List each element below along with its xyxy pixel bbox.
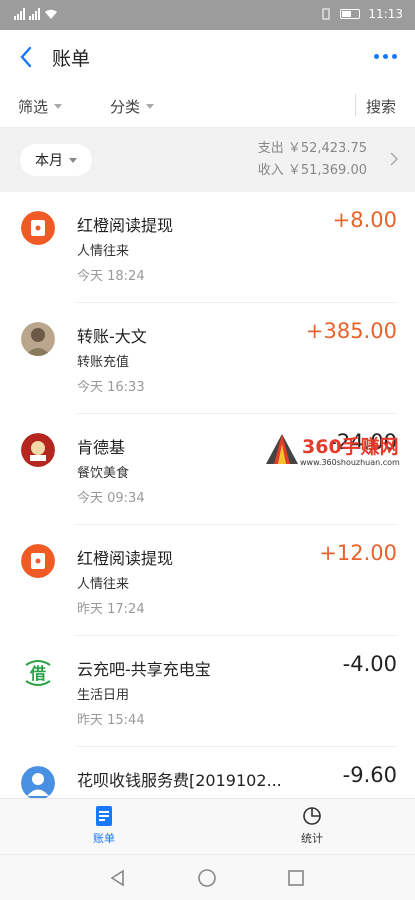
watermark-logo: 360手赚网 www.360shouzhuan.com bbox=[262, 428, 410, 474]
month-label: 本月 bbox=[35, 153, 63, 169]
transaction-time: 今天 16:33 bbox=[77, 380, 145, 395]
income-total: 收入 ￥51,369.00 bbox=[257, 163, 367, 178]
summary-totals[interactable]: 支出 ￥52,423.75 收入 ￥51,369.00 bbox=[258, 138, 367, 182]
transaction-category: 人情往来 bbox=[77, 244, 130, 259]
expense-total: 支出 ￥52,423.75 bbox=[257, 141, 367, 156]
status-time: 11:13 bbox=[368, 7, 403, 21]
transaction-category: 转账充值 bbox=[77, 355, 130, 370]
transaction-amount: +8.00 bbox=[332, 208, 397, 232]
bill-icon bbox=[96, 806, 112, 826]
dropdown-arrow-icon bbox=[146, 104, 155, 109]
filter-bar: 筛选 分类 搜索 bbox=[0, 84, 415, 128]
tab-bill[interactable]: 账单 bbox=[64, 805, 144, 846]
tab-statistics[interactable]: 统计 bbox=[272, 805, 352, 846]
search-button[interactable]: 搜索 bbox=[366, 96, 396, 117]
transaction-amount: -4.00 bbox=[342, 652, 397, 676]
transaction-name: 红橙阅读提现 bbox=[77, 216, 174, 235]
back-arrow-icon[interactable] bbox=[16, 44, 38, 70]
nav-back-icon[interactable] bbox=[108, 868, 128, 888]
transaction-list: 红橙阅读提现 人情往来 今天 18:24 +8.00 转账-大文 转账充值 今天… bbox=[0, 192, 415, 858]
filter-dropdown[interactable]: 筛选 bbox=[18, 96, 63, 117]
transaction-name: 红橙阅读提现 bbox=[77, 549, 174, 568]
battery-icon bbox=[340, 9, 361, 19]
chevron-right-icon[interactable] bbox=[389, 151, 399, 167]
category-label: 分类 bbox=[110, 98, 141, 116]
status-bar: 11:13 bbox=[0, 0, 415, 30]
transaction-name: 肯德基 bbox=[77, 438, 126, 457]
transaction-category: 生活日用 bbox=[77, 688, 130, 703]
watermark-url: www.360shouzhuan.com bbox=[300, 458, 400, 467]
signal-indicators bbox=[14, 8, 58, 20]
nav-home-icon[interactable] bbox=[197, 868, 217, 888]
transaction-name: 转账-大文 bbox=[77, 327, 147, 346]
page-title: 账单 bbox=[52, 48, 91, 70]
dropdown-arrow-icon bbox=[54, 104, 63, 109]
transaction-time: 昨天 17:24 bbox=[77, 602, 145, 617]
transaction-time: 今天 18:24 bbox=[77, 269, 145, 284]
watermark-triangle-icon bbox=[266, 434, 298, 464]
month-summary: 本月 支出 ￥52,423.75 收入 ￥51,369.00 bbox=[0, 128, 415, 192]
red-envelope-icon bbox=[21, 211, 55, 245]
signal-icon-2 bbox=[29, 8, 40, 20]
filter-label: 筛选 bbox=[18, 98, 49, 116]
transaction-category: 人情往来 bbox=[77, 577, 130, 592]
bottom-tab-bar: 账单 统计 bbox=[0, 798, 415, 854]
tab-statistics-label: 统计 bbox=[301, 832, 323, 845]
more-options-icon[interactable] bbox=[374, 54, 397, 59]
month-selector[interactable]: 本月 bbox=[20, 144, 92, 176]
person-avatar-icon bbox=[21, 766, 55, 800]
transaction-category: 餐饮美食 bbox=[77, 466, 130, 481]
system-nav-bar bbox=[0, 854, 415, 900]
wifi-icon bbox=[45, 9, 57, 19]
user-avatar-photo bbox=[21, 322, 55, 356]
tab-bill-label: 账单 bbox=[93, 832, 115, 845]
nav-recents-icon[interactable] bbox=[286, 868, 306, 888]
transaction-time: 今天 09:34 bbox=[77, 491, 145, 506]
kfc-logo-icon bbox=[21, 433, 55, 467]
borrow-icon: 借 bbox=[21, 655, 55, 689]
transaction-name: 云充吧-共享充电宝 bbox=[77, 660, 211, 679]
transaction-row[interactable]: 红橙阅读提现 人情往来 昨天 17:24 +12.00 bbox=[0, 525, 415, 636]
divider bbox=[355, 94, 356, 116]
category-dropdown[interactable]: 分类 bbox=[110, 96, 155, 117]
transaction-amount: +12.00 bbox=[319, 541, 397, 565]
transaction-row[interactable]: 借 云充吧-共享充电宝 生活日用 昨天 15:44 -4.00 bbox=[0, 636, 415, 747]
signal-icon bbox=[14, 8, 25, 20]
red-envelope-icon bbox=[21, 544, 55, 578]
vibrate-icon bbox=[322, 8, 330, 20]
chart-pie-icon bbox=[303, 807, 321, 825]
transaction-row[interactable]: 转账-大文 转账充值 今天 16:33 +385.00 bbox=[0, 303, 415, 414]
transaction-amount: +385.00 bbox=[305, 319, 397, 343]
transaction-time: 昨天 15:44 bbox=[77, 713, 145, 728]
watermark-text: 360手赚网 bbox=[302, 436, 399, 458]
svg-text:借: 借 bbox=[29, 664, 46, 683]
title-bar: 账单 bbox=[0, 30, 415, 84]
dropdown-arrow-icon bbox=[69, 157, 77, 163]
transaction-amount: -9.60 bbox=[342, 763, 397, 787]
transaction-row[interactable]: 红橙阅读提现 人情往来 今天 18:24 +8.00 bbox=[0, 192, 415, 303]
transaction-name: 花呗收钱服务费[2019102... bbox=[77, 771, 282, 790]
